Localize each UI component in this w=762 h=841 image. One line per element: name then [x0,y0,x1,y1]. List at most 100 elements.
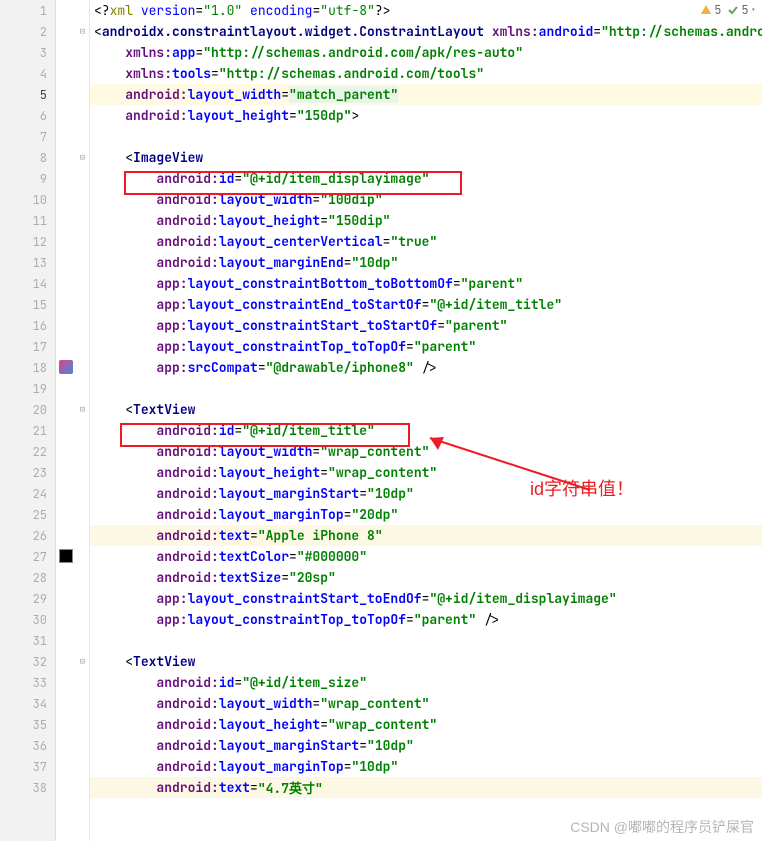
line-number[interactable]: 8 [0,147,55,168]
line-number[interactable]: 29 [0,588,55,609]
code-line[interactable] [90,378,762,399]
line-number[interactable]: 37 [0,756,55,777]
fold-toggle-icon[interactable]: ⊟ [78,657,87,666]
code-line[interactable]: app:srcCompat="@drawable/iphone8" /> [90,357,762,378]
code-line[interactable]: android:id="@+id/item_size" [90,672,762,693]
ok-indicator[interactable]: 5 ▾ [727,2,756,18]
line-number[interactable]: 15 [0,294,55,315]
fold-toggle-icon[interactable]: ⊟ [78,27,87,36]
code-token: textColor [219,548,289,565]
code-line[interactable] [90,126,762,147]
code-line[interactable]: android:layout_width="wrap_content" [90,441,762,462]
code-line[interactable]: app:layout_constraintStart_toEndOf="@+id… [90,588,762,609]
line-number[interactable]: 36 [0,735,55,756]
code-line[interactable]: app:layout_constraintTop_toTopOf="parent… [90,336,762,357]
line-number[interactable]: 1 [0,0,55,21]
line-number[interactable]: 17 [0,336,55,357]
line-number[interactable]: 9 [0,168,55,189]
code-line[interactable]: android:layout_marginEnd="10dp" [90,252,762,273]
line-number[interactable]: 14 [0,273,55,294]
color-swatch-icon[interactable] [59,549,73,563]
code-line[interactable]: app:layout_constraintStart_toStartOf="pa… [90,315,762,336]
line-number[interactable]: 25 [0,504,55,525]
line-number[interactable]: 4 [0,63,55,84]
code-line[interactable]: android:textSize="20sp" [90,567,762,588]
code-line[interactable]: app:layout_constraintTop_toTopOf="parent… [90,609,762,630]
code-line[interactable]: android:layout_width="100dip" [90,189,762,210]
line-number[interactable]: 31 [0,630,55,651]
code-line[interactable]: app:layout_constraintBottom_toBottomOf="… [90,273,762,294]
line-number[interactable]: 21 [0,420,55,441]
code-token: "100dip" [320,191,382,208]
code-line[interactable]: android:text="Apple iPhone 8" [90,525,762,546]
code-token: = [320,464,328,481]
line-number[interactable]: 10 [0,189,55,210]
line-number[interactable]: 38 [0,777,55,798]
code-line[interactable]: android:layout_height="wrap_content" [90,462,762,483]
code-area[interactable]: 5 5 ▾ id字符串值！ <?xml version="1.0" encodi… [90,0,762,841]
code-line[interactable]: <TextView [90,651,762,672]
code-line[interactable]: android:layout_height="150dip" [90,210,762,231]
warning-indicator[interactable]: 5 [700,2,721,18]
line-number[interactable]: 28 [0,567,55,588]
line-number[interactable]: 7 [0,126,55,147]
line-number[interactable]: 23 [0,462,55,483]
code-line[interactable]: android:layout_centerVertical="true" [90,231,762,252]
code-line[interactable]: android:layout_width="match_parent" [90,84,762,105]
line-number[interactable]: 30 [0,609,55,630]
line-number[interactable]: 6 [0,105,55,126]
line-number[interactable]: 20 [0,399,55,420]
code-line[interactable]: android:layout_marginTop="20dp" [90,504,762,525]
code-line[interactable]: <TextView [90,399,762,420]
warning-count: 5 [714,2,721,18]
code-line[interactable] [90,630,762,651]
code-token: = [312,191,320,208]
line-number[interactable]: 3 [0,42,55,63]
fold-toggle-icon[interactable]: ⊟ [78,153,87,162]
inspection-status[interactable]: 5 5 ▾ [700,2,756,18]
code-token: TextView [133,401,195,418]
line-number[interactable]: 32 [0,651,55,672]
line-number[interactable]: 24 [0,483,55,504]
code-token: android: [156,527,218,544]
code-token: > [351,107,359,124]
line-number[interactable]: 18 [0,357,55,378]
line-number[interactable]: 5 [0,84,55,105]
line-number[interactable]: 16 [0,315,55,336]
line-number[interactable]: 33 [0,672,55,693]
code-line[interactable]: android:layout_width="wrap_content" [90,693,762,714]
code-line[interactable]: android:textColor="#000000" [90,546,762,567]
code-line[interactable]: app:layout_constraintEnd_toStartOf="@+id… [90,294,762,315]
line-number[interactable]: 19 [0,378,55,399]
code-line[interactable]: android:layout_height="wrap_content" [90,714,762,735]
code-line[interactable]: xmlns:tools="http://schemas.android.com/… [90,63,762,84]
code-line[interactable]: android:layout_height="150dp"> [90,105,762,126]
code-token: layout_height [219,716,320,733]
line-number[interactable]: 12 [0,231,55,252]
image-gutter-icon[interactable] [59,360,73,374]
code-line[interactable]: xmlns:app="http://schemas.android.com/ap… [90,42,762,63]
line-number[interactable]: 35 [0,714,55,735]
line-number[interactable]: 34 [0,693,55,714]
code-token: layout_constraintEnd_toStartOf [188,296,422,313]
line-number[interactable]: 2 [0,21,55,42]
line-number[interactable]: 11 [0,210,55,231]
code-token: = [383,233,391,250]
code-token: "wrap_content" [328,464,437,481]
code-line[interactable]: <ImageView [90,147,762,168]
code-line[interactable]: android:id="@+id/item_title" [90,420,762,441]
code-token: "@drawable/iphone8" [266,359,414,376]
code-line[interactable]: android:layout_marginStart="10dp" [90,735,762,756]
fold-toggle-icon[interactable]: ⊟ [78,405,87,414]
line-number[interactable]: 13 [0,252,55,273]
code-line[interactable]: android:id="@+id/item_displayimage" [90,168,762,189]
line-number[interactable]: 26 [0,525,55,546]
line-number[interactable]: 22 [0,441,55,462]
code-line[interactable]: android:layout_marginTop="10dp" [90,756,762,777]
line-number[interactable]: 27 [0,546,55,567]
code-line[interactable]: <?xml version="1.0" encoding="utf-8"?> [90,0,762,21]
code-line[interactable]: android:layout_marginStart="10dp" [90,483,762,504]
code-line[interactable]: <androidx.constraintlayout.widget.Constr… [90,21,762,42]
code-line[interactable]: android:text="4.7英寸" [90,777,762,798]
code-token: "1.0" [203,2,242,19]
